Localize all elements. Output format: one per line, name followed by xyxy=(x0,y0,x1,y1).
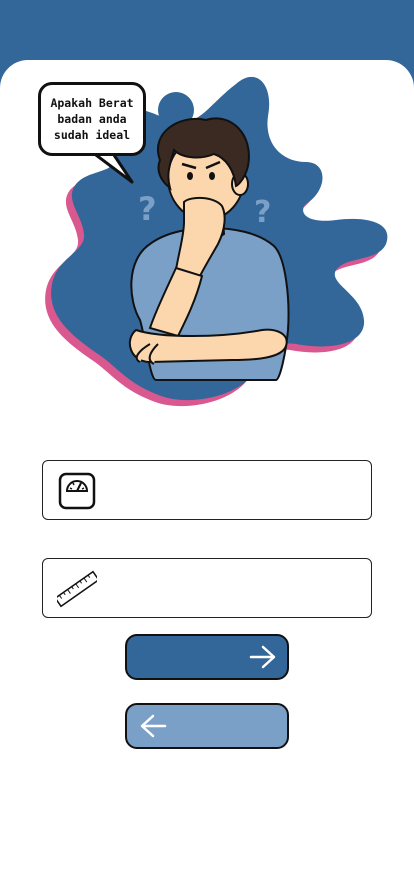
speech-bubble-text: Apakah Berat badan anda sudah ideal xyxy=(50,96,134,142)
arrow-left-icon xyxy=(140,714,167,738)
next-button[interactable] xyxy=(125,634,289,680)
question-mark-left: ? xyxy=(138,190,157,228)
weight-field[interactable] xyxy=(42,460,372,520)
question-mark-right: ? xyxy=(254,195,271,230)
person-eye-left xyxy=(187,172,193,180)
weighing-scale-icon xyxy=(58,472,96,510)
ruler-icon xyxy=(57,570,97,608)
weight-input[interactable] xyxy=(113,469,367,513)
arrow-right-icon xyxy=(249,645,276,669)
height-field[interactable] xyxy=(42,558,372,618)
speech-bubble: Apakah Berat badan anda sudah ideal xyxy=(38,82,146,156)
person-eye-right xyxy=(209,172,215,180)
back-button[interactable] xyxy=(125,703,289,749)
height-input[interactable] xyxy=(113,567,367,611)
